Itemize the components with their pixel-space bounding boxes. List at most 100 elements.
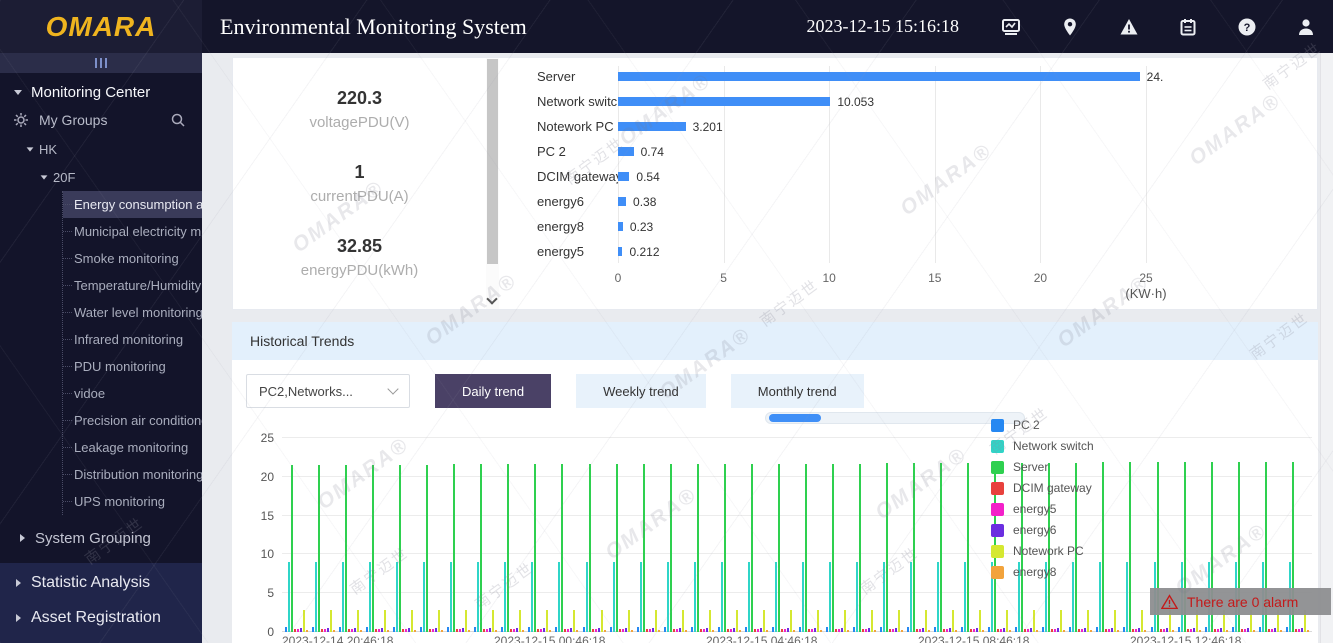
tree-item[interactable]: Distribution monitoring [63, 461, 202, 488]
bar[interactable] [807, 628, 810, 632]
bar[interactable] [495, 629, 498, 632]
bar[interactable] [537, 628, 540, 632]
bar[interactable] [1042, 626, 1045, 632]
bar[interactable] [597, 628, 600, 632]
bar[interactable] [1270, 629, 1273, 632]
bar[interactable] [934, 626, 937, 632]
bar[interactable] [594, 629, 597, 632]
bar[interactable] [654, 610, 657, 632]
bar[interactable] [747, 562, 750, 632]
tree-node-hk[interactable]: HK [0, 135, 202, 163]
bar[interactable] [540, 629, 543, 632]
bar[interactable] [1246, 628, 1249, 632]
bar[interactable] [402, 628, 405, 632]
bar[interactable] [997, 628, 1000, 632]
bar[interactable] [1015, 626, 1018, 632]
bar[interactable] [1267, 628, 1270, 632]
bar[interactable] [831, 463, 834, 632]
bar[interactable] [699, 628, 702, 632]
sidebar-item-statistic-analysis[interactable]: Statistic Analysis [0, 565, 202, 600]
bar[interactable] [543, 628, 546, 632]
bar[interactable] [979, 610, 982, 632]
bar[interactable] [1213, 628, 1216, 632]
bar[interactable] [549, 629, 552, 632]
bar[interactable] [381, 628, 384, 632]
tree-item[interactable]: Water level monitoring [63, 299, 202, 326]
bar[interactable] [432, 629, 435, 632]
bar[interactable] [901, 629, 904, 632]
bar[interactable] [976, 628, 979, 632]
user-icon[interactable] [1295, 16, 1317, 38]
bar[interactable] [774, 562, 777, 632]
bar[interactable] [705, 628, 708, 632]
bar[interactable] [955, 629, 958, 632]
bar[interactable] [501, 626, 504, 632]
bar[interactable] [940, 462, 943, 632]
bar[interactable] [1108, 629, 1111, 632]
bar[interactable] [1024, 628, 1027, 632]
bar[interactable] [783, 629, 786, 632]
bar[interactable] [837, 629, 840, 632]
bar[interactable] [486, 629, 489, 632]
bar[interactable] [1105, 628, 1108, 632]
bar[interactable] [393, 626, 396, 632]
stats-scrollbar[interactable] [486, 58, 499, 309]
bar[interactable] [777, 463, 780, 632]
bar[interactable] [627, 610, 630, 632]
bar[interactable] [1150, 626, 1153, 632]
bar[interactable] [618, 97, 831, 106]
device-select[interactable]: PC2,Networks... [246, 374, 410, 408]
bar[interactable] [621, 629, 624, 632]
sidebar-item-my-groups[interactable]: My Groups [0, 105, 202, 135]
bar[interactable] [399, 465, 402, 632]
bar[interactable] [591, 628, 594, 632]
bar[interactable] [1036, 629, 1039, 632]
legend-item[interactable]: energy6 [991, 523, 1094, 537]
bar[interactable] [898, 610, 901, 632]
bar[interactable] [801, 562, 804, 632]
bar[interactable] [360, 629, 363, 632]
bar[interactable] [681, 610, 684, 632]
scrollbar-thumb[interactable] [487, 59, 498, 264]
bar[interactable] [588, 464, 591, 632]
bar[interactable] [669, 463, 672, 632]
bar[interactable] [426, 465, 429, 632]
bar[interactable] [327, 628, 330, 632]
tree-item[interactable]: Infrared monitoring [63, 326, 202, 353]
page-scrollbar[interactable] [1320, 53, 1333, 643]
bar[interactable] [519, 610, 522, 632]
bar[interactable] [1159, 628, 1162, 632]
bar[interactable] [970, 628, 973, 632]
alarm-status-badge[interactable]: There are 0 alarm [1150, 588, 1331, 615]
bar[interactable] [1165, 628, 1168, 632]
bar[interactable] [870, 610, 873, 632]
bar[interactable] [348, 628, 351, 632]
help-icon[interactable]: ? [1236, 16, 1258, 38]
trend-button-monthly-trend[interactable]: Monthly trend [730, 374, 864, 408]
bar[interactable] [507, 464, 510, 632]
bar[interactable] [1051, 628, 1054, 632]
bar[interactable] [315, 562, 318, 632]
bar[interactable] [1099, 562, 1102, 632]
bar[interactable] [1102, 462, 1105, 632]
bar[interactable] [483, 628, 486, 632]
logs-calendar-icon[interactable] [1177, 16, 1199, 38]
bar[interactable] [949, 628, 952, 632]
bar[interactable] [600, 610, 603, 632]
bar[interactable] [1141, 610, 1144, 632]
bar[interactable] [735, 610, 738, 632]
bar[interactable] [1096, 626, 1099, 632]
legend-item[interactable]: energy8 [991, 565, 1094, 579]
bar[interactable] [675, 629, 678, 632]
sidebar-item-system-grouping[interactable]: System Grouping [0, 521, 202, 555]
bar[interactable] [804, 463, 807, 632]
legend-item[interactable]: PC 2 [991, 418, 1094, 432]
bar[interactable] [1243, 629, 1246, 632]
bar[interactable] [834, 628, 837, 632]
trend-button-daily-trend[interactable]: Daily trend [435, 374, 552, 408]
bar[interactable] [306, 629, 308, 632]
bar[interactable] [789, 610, 792, 632]
bar[interactable] [765, 629, 768, 632]
bar[interactable] [919, 629, 922, 632]
bar[interactable] [384, 610, 387, 632]
